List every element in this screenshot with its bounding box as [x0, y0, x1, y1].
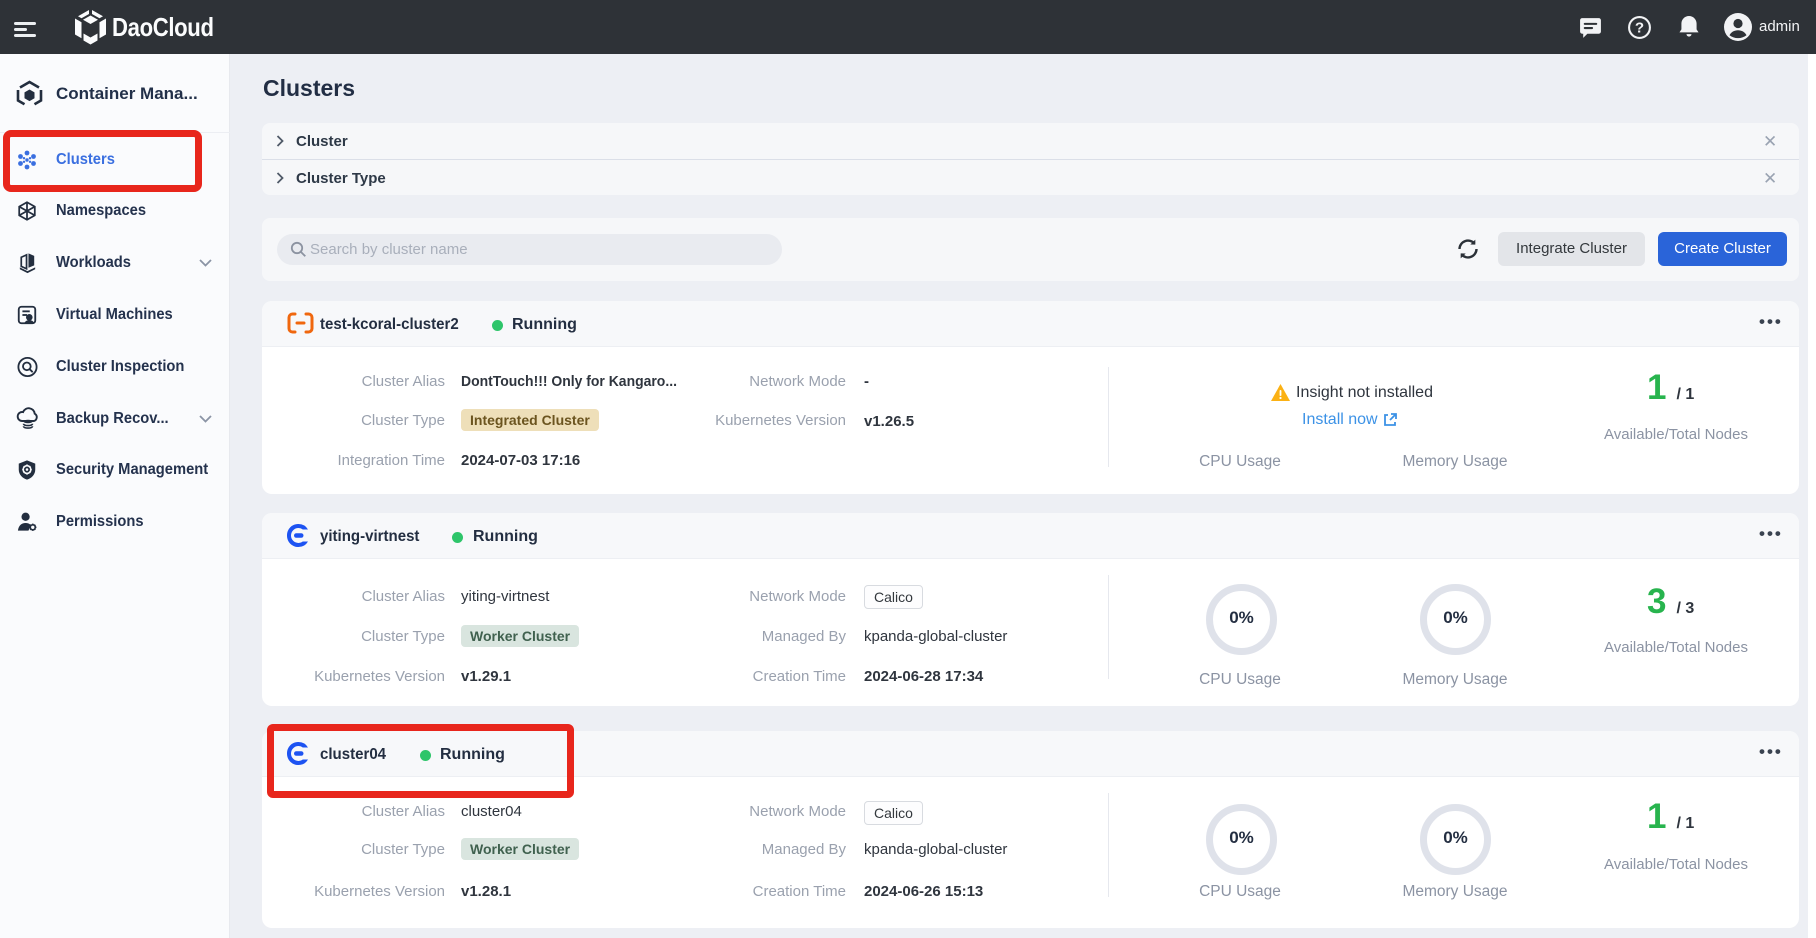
svg-text:?: ?: [1635, 20, 1644, 37]
